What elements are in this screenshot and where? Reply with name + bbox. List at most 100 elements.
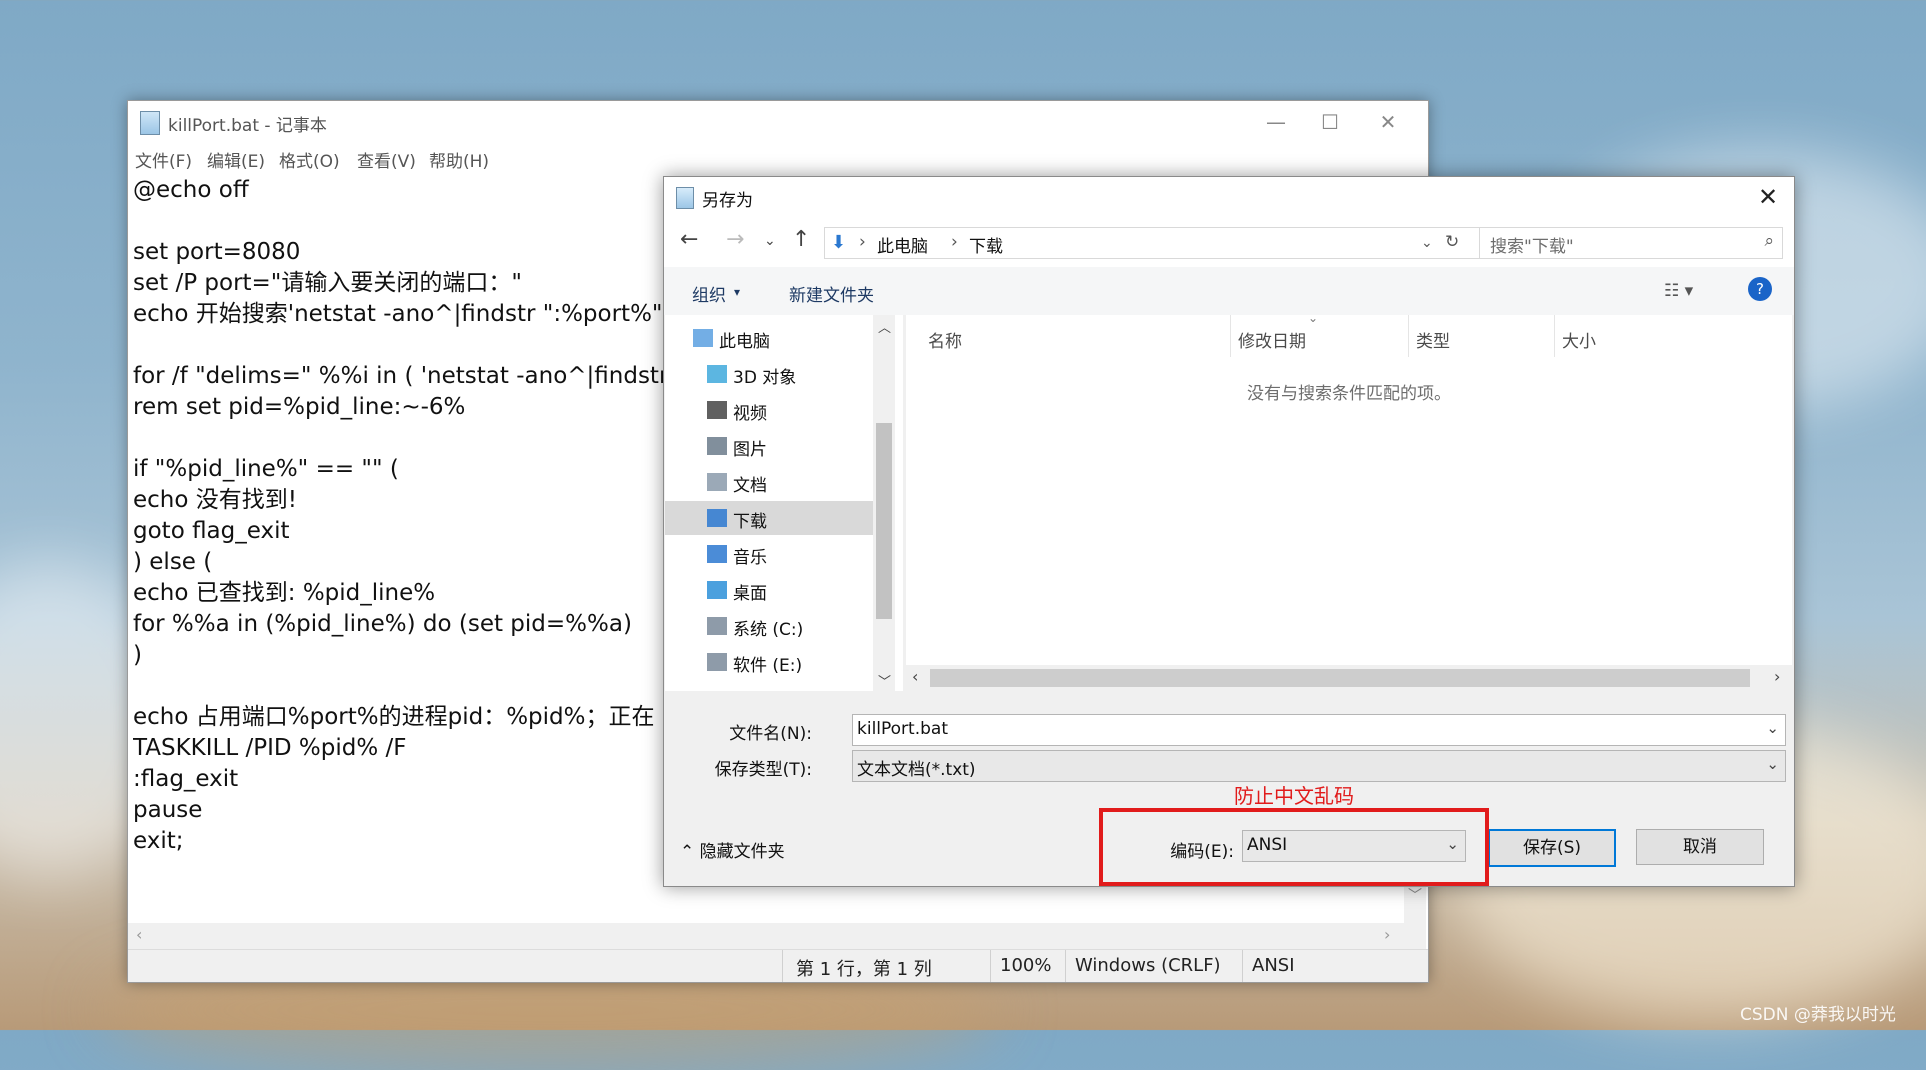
menu-help[interactable]: 帮助(H): [429, 147, 489, 172]
sort-chevron-icon: ⌄: [1308, 311, 1319, 325]
notepad-titlebar: killPort.bat - 记事本 — ☐ ✕: [128, 101, 1428, 143]
search-icon[interactable]: ⌕: [1764, 231, 1774, 251]
column-size[interactable]: 大小: [1562, 327, 1596, 352]
list-horizontal-scrollbar[interactable]: ‹ ›: [906, 665, 1792, 691]
picture-icon: [707, 437, 727, 455]
chevron-up-icon: ⌃: [680, 842, 695, 862]
text-line: @echo off: [133, 177, 249, 203]
horizontal-scrollbar[interactable]: ‹ ›: [128, 923, 1404, 949]
nav-scroll-thumb[interactable]: [876, 423, 892, 619]
dialog-titlebar: 另存为 ✕: [664, 177, 1794, 217]
computer-icon: [693, 329, 713, 347]
maximize-icon[interactable]: ☐: [1300, 105, 1360, 139]
organize-button[interactable]: 组织: [692, 281, 726, 306]
text-line: for %%a in (%pid_line%) do (set pid=%%a): [133, 611, 632, 637]
nav-item[interactable]: 下载: [665, 501, 873, 535]
text-line: ): [133, 642, 142, 668]
notepad-icon: [676, 187, 694, 209]
desktop-icon: [707, 581, 727, 599]
save-button[interactable]: 保存(S): [1488, 829, 1616, 867]
breadcrumb-separator-icon: ›: [859, 232, 866, 252]
nav-scrollbar[interactable]: ︿ ﹀: [873, 315, 895, 691]
nav-item[interactable]: 此电脑: [665, 321, 873, 355]
column-date[interactable]: 修改日期: [1238, 327, 1306, 352]
text-line: TASKKILL /PID %pid% /F: [133, 735, 407, 761]
scroll-up-icon[interactable]: ︿: [878, 317, 891, 336]
text-line: echo 占用端口%port%的进程pid：%pid%；正在: [133, 704, 655, 730]
minimize-icon[interactable]: —: [1246, 105, 1306, 139]
filetype-select[interactable]: 文本文档(*.txt) ⌄: [852, 750, 1786, 782]
notepad-title: killPort.bat - 记事本: [168, 116, 327, 136]
list-scroll-thumb[interactable]: [930, 669, 1750, 687]
nav-item-label: 文档: [733, 476, 767, 496]
text-line: echo 已查找到: %pid_line%: [133, 580, 436, 606]
nav-item[interactable]: 图片: [665, 429, 873, 463]
forward-arrow-icon[interactable]: →: [726, 227, 744, 252]
navigation-bar: ← → ⌄ ↑ ⬇ › 此电脑 › 下载 ⌄ ↻ 搜索"下载" ⌕: [664, 217, 1794, 267]
nav-item-label: 此电脑: [719, 332, 770, 352]
breadcrumb-separator-icon: ›: [951, 232, 958, 252]
nav-item[interactable]: 系统 (C:): [665, 609, 873, 643]
menu-view[interactable]: 查看(V): [357, 147, 416, 172]
text-line: if "%pid_line%" == "" (: [133, 456, 399, 482]
nav-item[interactable]: 桌面: [665, 573, 873, 607]
column-name[interactable]: 名称: [928, 327, 962, 352]
nav-item-label: 3D 对象: [733, 368, 797, 388]
chevron-down-icon[interactable]: ⌄: [1766, 755, 1779, 773]
recent-chevron-icon[interactable]: ⌄: [764, 233, 776, 249]
status-zoom: 100%: [1000, 955, 1052, 976]
breadcrumb-downloads[interactable]: 下载: [969, 232, 1003, 257]
nav-item[interactable]: 音乐: [665, 537, 873, 571]
refresh-icon[interactable]: ↻: [1445, 232, 1459, 252]
new-folder-button[interactable]: 新建文件夹: [789, 281, 874, 306]
scroll-left-icon[interactable]: ‹: [136, 925, 142, 944]
chevron-down-icon[interactable]: ⌄: [1421, 235, 1433, 251]
chevron-down-icon[interactable]: ⌄: [1766, 719, 1779, 737]
nav-item[interactable]: 3D 对象: [665, 357, 873, 391]
filename-label: 文件名(N):: [729, 724, 812, 744]
close-icon[interactable]: ✕: [1748, 179, 1788, 215]
hide-folders-toggle[interactable]: ⌃ 隐藏文件夹: [680, 837, 785, 862]
filename-input[interactable]: killPort.bat ⌄: [852, 714, 1786, 746]
nav-item[interactable]: 视频: [665, 393, 873, 427]
breadcrumb-this-pc[interactable]: 此电脑: [877, 232, 928, 257]
video-icon: [707, 401, 727, 419]
text-line: pause: [133, 797, 203, 823]
dialog-toolbar: 组织 ▾ 新建文件夹 ☷ ▾ ?: [664, 267, 1794, 315]
save-as-dialog: 另存为 ✕ ← → ⌄ ↑ ⬇ › 此电脑 › 下载 ⌄ ↻ 搜索"下载" ⌕ …: [663, 176, 1795, 887]
nav-item[interactable]: 文档: [665, 465, 873, 499]
vertical-scrollbar[interactable]: ﹀: [1404, 881, 1426, 949]
nav-item[interactable]: 软件 (E:): [665, 645, 873, 679]
back-arrow-icon[interactable]: ←: [680, 227, 698, 252]
view-options-icon[interactable]: ☷ ▾: [1664, 281, 1693, 301]
text-line: echo 开始搜索'netstat -ano^|findstr ":%port%…: [133, 301, 663, 327]
navigation-pane: ︿ ﹀ 此电脑 3D 对象视频 图片文档下载音乐 桌面 系统 (C:) 软件 (E:): [665, 315, 903, 691]
text-line: set /P port="请输入要关闭的端口：": [133, 270, 522, 296]
notepad-menubar: 文件(F) 编辑(E) 格式(O) 查看(V) 帮助(H): [128, 145, 1428, 172]
cancel-button[interactable]: 取消: [1636, 829, 1764, 865]
scroll-left-icon[interactable]: ‹: [912, 667, 918, 686]
nav-item-label: 下载: [733, 512, 767, 532]
help-icon[interactable]: ?: [1748, 277, 1772, 301]
text-editor[interactable]: @echo off set port=8080 set /P port="请输入要关…: [133, 175, 693, 1015]
drive-icon: [707, 653, 727, 671]
close-icon[interactable]: ✕: [1358, 105, 1418, 139]
scroll-right-icon[interactable]: ›: [1384, 925, 1390, 944]
annotation-label: 防止中文乱码: [1234, 784, 1354, 808]
column-type[interactable]: 类型: [1416, 327, 1450, 352]
status-encoding: ANSI: [1252, 955, 1295, 976]
menu-format[interactable]: 格式(O): [279, 147, 340, 172]
filetype-label: 保存类型(T):: [714, 760, 812, 780]
menu-edit[interactable]: 编辑(E): [207, 147, 265, 172]
text-line: echo 没有找到!: [133, 487, 297, 513]
scroll-right-icon[interactable]: ›: [1774, 667, 1780, 686]
file-list: 名称 ⌄ 修改日期 类型 大小 没有与搜索条件匹配的项。 ‹ ›: [906, 311, 1792, 691]
text-line: for /f "delims=" %%i in ( 'netstat -ano^…: [133, 363, 669, 389]
up-arrow-icon[interactable]: ↑: [792, 227, 810, 252]
document-icon: [707, 473, 727, 491]
search-box[interactable]: 搜索"下载" ⌕: [1479, 227, 1783, 259]
scroll-down-icon[interactable]: ﹀: [878, 671, 891, 690]
chevron-down-icon[interactable]: ▾: [734, 285, 740, 299]
text-line: rem set pid=%pid_line:~-6%: [133, 394, 466, 420]
menu-file[interactable]: 文件(F): [135, 147, 192, 172]
